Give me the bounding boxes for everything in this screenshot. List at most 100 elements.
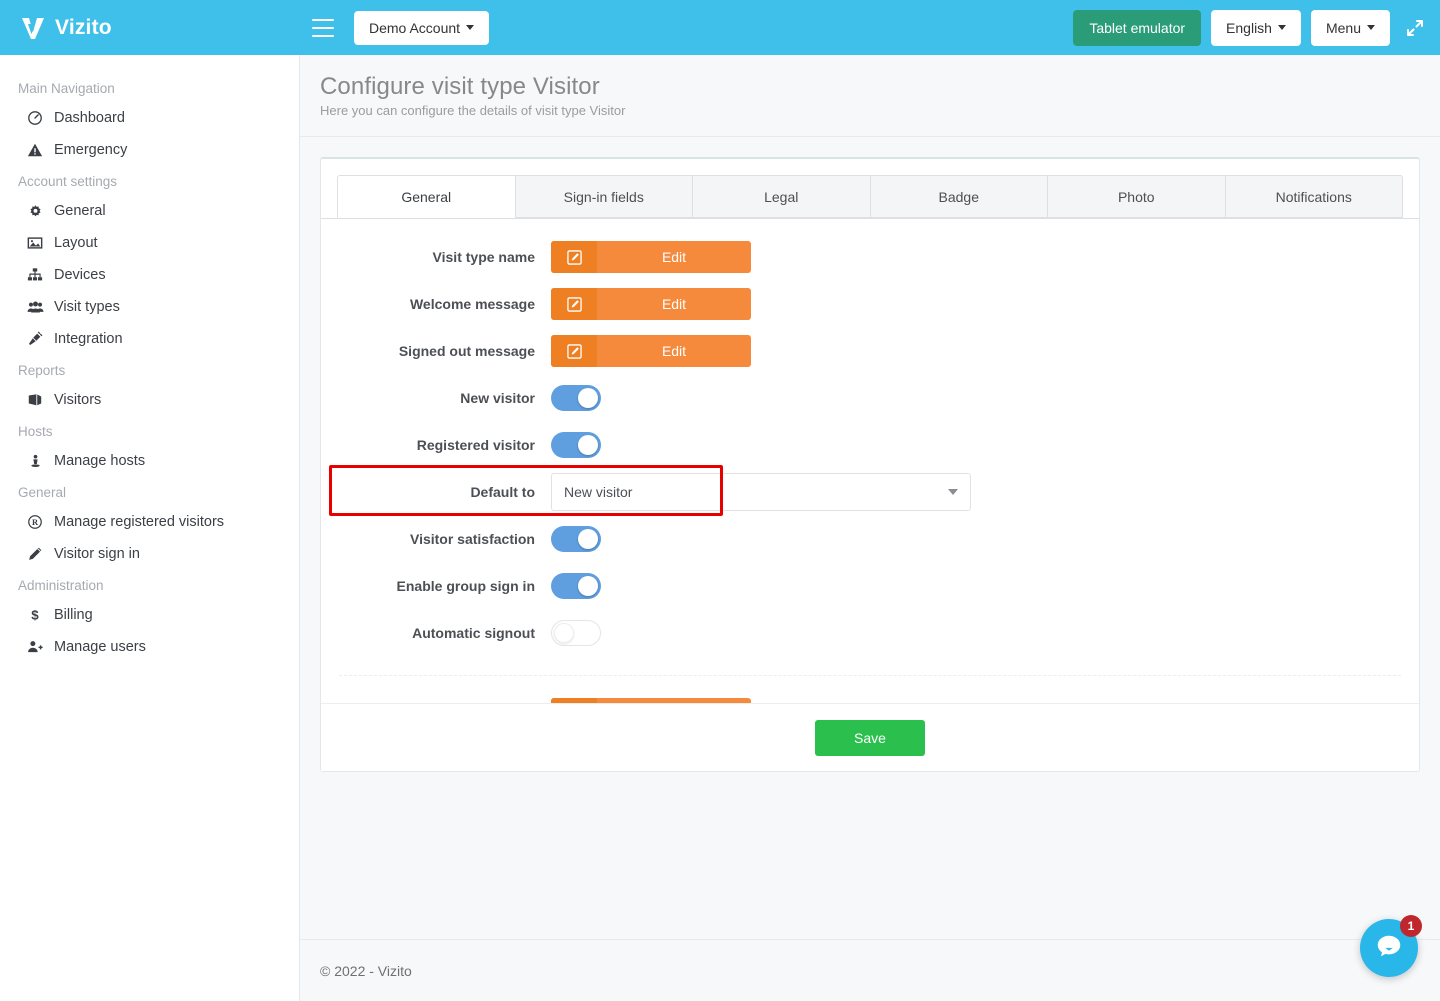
person-pin-icon: [26, 452, 44, 470]
user-plus-icon: [26, 638, 44, 656]
dollar-icon: $: [26, 606, 44, 624]
gear-icon: [26, 202, 44, 220]
image-icon: [26, 234, 44, 252]
menu-dropdown-button[interactable]: Menu: [1311, 10, 1390, 46]
save-button[interactable]: Save: [815, 720, 925, 756]
vizito-checkmark-logo-icon: [20, 15, 46, 41]
toggle-knob: [578, 435, 598, 455]
chevron-down-icon: [466, 25, 474, 30]
warning-triangle-icon: [26, 141, 44, 159]
settings-panel: General Sign-in fields Legal Badge Photo…: [320, 157, 1420, 772]
sidebar-item-visitor-sign-in[interactable]: Visitor sign in: [0, 538, 299, 570]
brand-logo-area[interactable]: Vizito: [0, 0, 300, 55]
sidebar-group-administration: Administration $ Billing Manage users: [0, 570, 299, 663]
form-row-visitor-satisfaction: Visitor satisfaction: [321, 519, 1419, 559]
brand-name: Vizito: [55, 16, 112, 40]
tab-photo[interactable]: Photo: [1047, 175, 1226, 218]
default-to-selected-value: New visitor: [564, 484, 632, 500]
tab-sign-in-fields[interactable]: Sign-in fields: [515, 175, 694, 218]
edit-pencil-square-icon: [551, 288, 597, 320]
sidebar-item-label: Emergency: [54, 142, 127, 158]
sidebar-item-manage-registered-visitors[interactable]: R Manage registered visitors: [0, 506, 299, 538]
toggle-visitor-satisfaction[interactable]: [551, 526, 601, 552]
menu-dropdown-label: Menu: [1326, 20, 1361, 36]
toggle-registered-visitor[interactable]: [551, 432, 601, 458]
sidebar-item-dashboard[interactable]: Dashboard: [0, 102, 299, 134]
chat-bubble-icon: [1374, 931, 1404, 966]
field-label: Enable group sign in: [321, 578, 551, 594]
chat-unread-badge: 1: [1400, 915, 1422, 937]
sidebar-item-visit-types[interactable]: Visit types: [0, 291, 299, 323]
sidebar-group-reports: Reports Visitors: [0, 355, 299, 416]
copyright-text: © 2022 - Vizito: [320, 963, 412, 979]
form-row-new-visitor: New visitor: [321, 378, 1419, 418]
field-label: Registered visitor: [321, 437, 551, 453]
form-row-default-to: Default to New visitor: [321, 472, 1419, 512]
tablet-emulator-button[interactable]: Tablet emulator: [1073, 10, 1201, 46]
tab-badge[interactable]: Badge: [870, 175, 1049, 218]
tab-notifications[interactable]: Notifications: [1225, 175, 1404, 218]
sidebar-item-billing[interactable]: $ Billing: [0, 599, 299, 631]
sidebar-item-label: Visitors: [54, 392, 101, 408]
toggle-enable-group-sign-in[interactable]: [551, 573, 601, 599]
toggle-automatic-signout[interactable]: [551, 620, 601, 646]
sidebar-item-devices[interactable]: Devices: [0, 259, 299, 291]
edit-visit-type-name-button[interactable]: Edit: [551, 241, 751, 273]
account-dropdown-label: Demo Account: [369, 20, 460, 36]
sidebar-group-general: General R Manage registered visitors Vis…: [0, 477, 299, 570]
sidebar-item-label: Dashboard: [54, 110, 125, 126]
tab-general[interactable]: General: [337, 175, 516, 218]
sidebar-item-label: Manage hosts: [54, 453, 145, 469]
edit-signed-out-message-button[interactable]: Edit: [551, 335, 751, 367]
expand-arrows-icon[interactable]: [1404, 17, 1426, 39]
sidebar-item-manage-hosts[interactable]: Manage hosts: [0, 445, 299, 477]
edit-button-label: Edit: [597, 241, 751, 273]
toggle-knob: [578, 576, 598, 596]
language-dropdown-label: English: [1226, 20, 1272, 36]
hamburger-icon[interactable]: [312, 19, 334, 37]
form-row-signed-out-message: Signed out message Edit: [321, 331, 1419, 371]
toggle-knob: [554, 623, 574, 643]
sidebar-item-label: Visit types: [54, 299, 120, 315]
sidebar-item-label: Devices: [54, 267, 106, 283]
sidebar-item-label: Manage registered visitors: [54, 514, 224, 530]
general-settings-form: Visit type name Edit Welcome message: [321, 219, 1419, 734]
sidebar-item-label: Integration: [54, 331, 123, 347]
account-dropdown-button[interactable]: Demo Account: [354, 11, 489, 45]
field-label: Visitor satisfaction: [321, 531, 551, 547]
sidebar-item-general[interactable]: General: [0, 195, 299, 227]
sidebar-group-header: Account settings: [0, 166, 299, 195]
sidebar-group-header: Reports: [0, 355, 299, 384]
sidebar-item-emergency[interactable]: Emergency: [0, 134, 299, 166]
page-title: Configure visit type Visitor: [320, 73, 1440, 101]
edit-button-label: Edit: [597, 335, 751, 367]
registered-r-icon: R: [26, 513, 44, 531]
sidebar-item-visitors[interactable]: Visitors: [0, 384, 299, 416]
chevron-down-icon: [1367, 25, 1375, 30]
language-dropdown-button[interactable]: English: [1211, 10, 1301, 46]
chevron-down-icon: [1278, 25, 1286, 30]
sidebar-item-label: Visitor sign in: [54, 546, 140, 562]
sidebar-navigation: Main Navigation Dashboard Emergency Acco…: [0, 55, 300, 1001]
panel-footer: Save: [321, 703, 1419, 771]
edit-welcome-message-button[interactable]: Edit: [551, 288, 751, 320]
chat-widget-button[interactable]: 1: [1360, 919, 1418, 977]
sidebar-item-label: Layout: [54, 235, 98, 251]
sidebar-item-layout[interactable]: Layout: [0, 227, 299, 259]
form-row-welcome-message: Welcome message Edit: [321, 284, 1419, 324]
field-label: Welcome message: [321, 296, 551, 312]
default-to-select[interactable]: New visitor: [551, 473, 971, 511]
sidebar-group-header: Hosts: [0, 416, 299, 445]
field-label: Default to: [321, 484, 551, 500]
sidebar-item-manage-users[interactable]: Manage users: [0, 631, 299, 663]
tab-legal[interactable]: Legal: [692, 175, 871, 218]
toggle-knob: [578, 388, 598, 408]
book-icon: [26, 391, 44, 409]
sidebar-item-integration[interactable]: Integration: [0, 323, 299, 355]
sidebar-item-label: Billing: [54, 607, 93, 623]
top-bar-right-controls: Tablet emulator English Menu: [1073, 10, 1440, 46]
edit-button-label: Edit: [597, 288, 751, 320]
svg-text:$: $: [31, 607, 39, 622]
plug-icon: [26, 330, 44, 348]
toggle-new-visitor[interactable]: [551, 385, 601, 411]
